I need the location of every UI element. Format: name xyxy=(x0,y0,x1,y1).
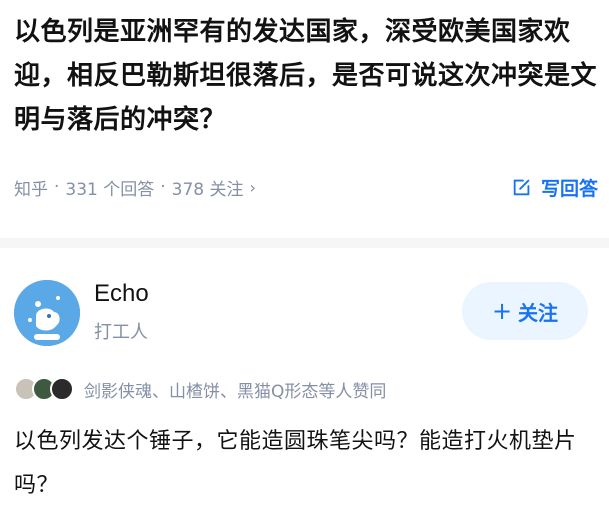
plus-icon: + xyxy=(491,297,513,325)
chevron-right-icon: › xyxy=(249,177,256,197)
followers-count: 378 关注 xyxy=(171,179,244,200)
liker-avatars xyxy=(14,377,74,401)
write-answer-button[interactable]: 写回答 xyxy=(511,174,598,201)
write-answer-label: 写回答 xyxy=(540,177,598,200)
author-bio: 打工人 xyxy=(94,322,148,343)
question-meta[interactable]: 知乎 · 331 个回答 · 378 关注 › xyxy=(14,175,256,200)
source-label: 知乎 xyxy=(14,179,48,200)
avatar[interactable] xyxy=(14,280,80,346)
question-title[interactable]: 以色列是亚洲罕有的发达国家，深受欧美国家欢迎，相反巴勒斯坦很落后，是否可说这次冲… xyxy=(14,10,598,142)
meta-separator: · xyxy=(54,177,60,197)
section-divider xyxy=(0,238,609,248)
answers-count: 331 个回答 xyxy=(65,179,155,200)
answer-content[interactable]: 以色列发达个锤子，它能造圆珠笔尖吗？能造打火机垫片吗？ xyxy=(14,420,598,508)
follow-button[interactable]: + 关注 xyxy=(462,282,588,340)
meta-separator: · xyxy=(160,177,166,197)
likers-row[interactable]: 剑影侠魂、山楂饼、黑猫Q形态等人赞同 xyxy=(14,375,386,403)
avatar-image xyxy=(14,280,80,346)
likers-text: 剑影侠魂、山楂饼、黑猫Q形态等人赞同 xyxy=(84,381,387,402)
question-meta-row: 知乎 · 331 个回答 · 378 关注 › 写回答 xyxy=(14,170,598,204)
question-header: 以色列是亚洲罕有的发达国家，深受欧美国家欢迎，相反巴勒斯坦很落后，是否可说这次冲… xyxy=(14,10,598,142)
author-name[interactable]: Echo xyxy=(94,280,149,308)
edit-icon xyxy=(513,179,530,196)
answer-author-header: Echo 打工人 + 关注 xyxy=(14,270,598,350)
liker-avatar xyxy=(50,377,74,401)
follow-label: 关注 xyxy=(518,300,559,325)
